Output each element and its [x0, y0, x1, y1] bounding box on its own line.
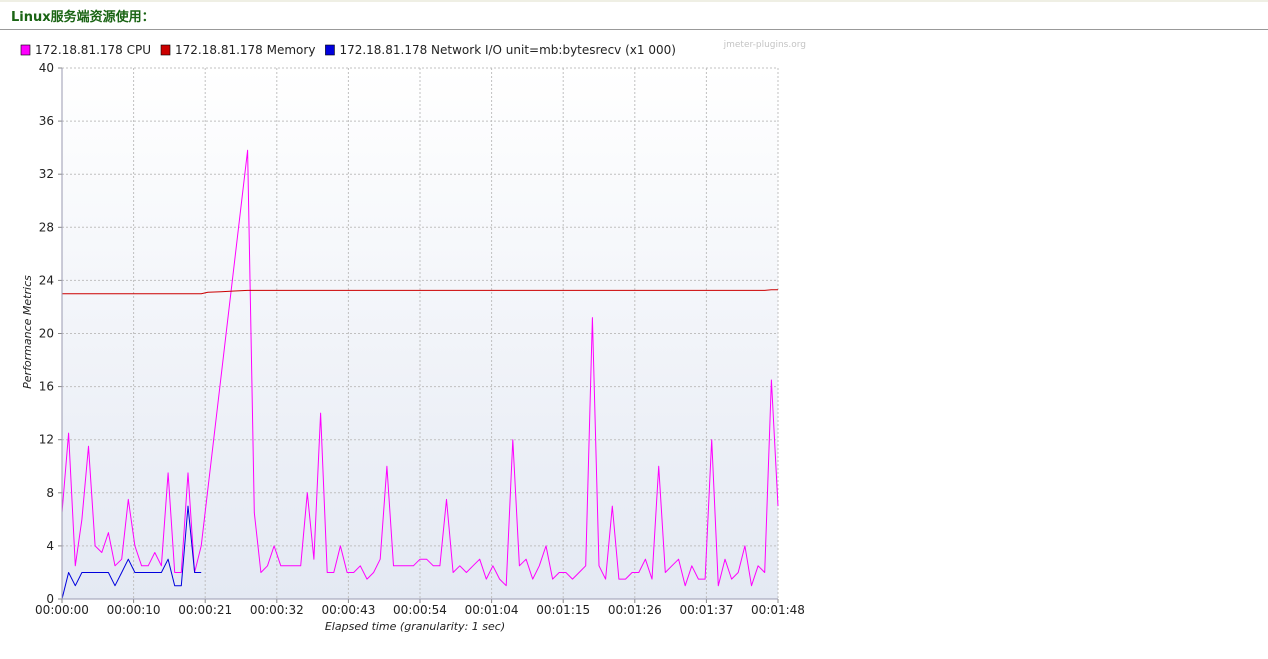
x-tick-label: 00:01:26 — [608, 603, 662, 617]
x-axis-label: Elapsed time (granularity: 1 sec) — [325, 620, 505, 633]
x-tick-label: 00:00:21 — [178, 603, 232, 617]
top-rule — [0, 0, 1268, 2]
x-tick-label: 00:00:00 — [35, 603, 89, 617]
legend-swatch-1 — [160, 44, 171, 56]
legend-swatch-0 — [20, 44, 31, 56]
y-tick-label: 12 — [39, 433, 54, 447]
y-tick-label: 40 — [39, 61, 54, 75]
y-tick-label: 24 — [39, 273, 54, 287]
y-tick-label: 20 — [39, 327, 54, 341]
x-tick-label: 00:00:10 — [107, 603, 161, 617]
legend: 172.18.81.178 CPU 172.18.81.178 Memory 172… — [20, 43, 676, 57]
legend-entry-0: 172.18.81.178 CPU — [35, 43, 151, 57]
y-tick-label: 4 — [46, 539, 54, 553]
legend-entry-1: 172.18.81.178 Memory — [175, 43, 315, 57]
watermark: jmeter-plugins.org — [723, 40, 806, 50]
chart-panel: 0 4 8 12 16 20 24 28 32 36 40 00:00:00 00:00:10 00:00… — [11, 36, 811, 638]
performance-chart: 048121620242832364000:00:00 00:00:10 00:00… — [11, 36, 811, 638]
y-tick-label: 8 — [46, 486, 54, 500]
y-axis-label: Performance Metrics — [21, 275, 34, 389]
x-tick-label: 00:00:54 — [393, 603, 447, 617]
legend-entry-2: 172.18.81.178 Network I/O unit=mb:bytesr… — [339, 43, 675, 57]
header-divider — [0, 29, 1268, 30]
x-tick-label: 00:00:32 — [250, 603, 304, 617]
x-tick-label: 00:01:15 — [536, 603, 590, 617]
y-tick-label: 36 — [39, 114, 54, 128]
x-tick-label: 00:01:48 — [751, 603, 805, 617]
y-tick-label: 16 — [39, 380, 54, 394]
legend-swatch-2 — [325, 44, 335, 56]
x-tick-label: 00:00:43 — [321, 603, 375, 617]
x-tick-label: 00:01:37 — [679, 603, 733, 617]
x-tick-label: 00:01:04 — [465, 603, 519, 617]
y-tick-label: 32 — [39, 167, 54, 181]
y-tick-label: 28 — [39, 220, 54, 234]
page-title: Linux服务端资源使用： — [11, 10, 155, 25]
